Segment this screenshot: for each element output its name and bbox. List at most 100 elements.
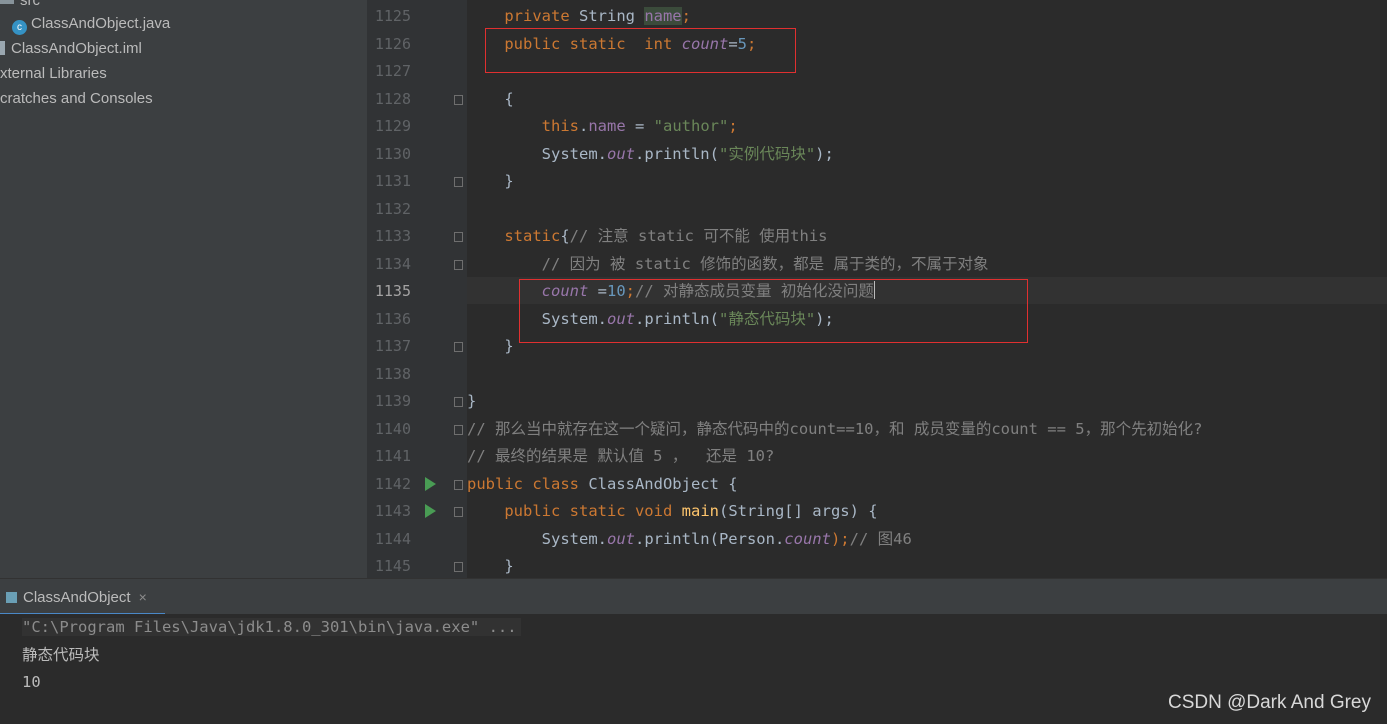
line-number: 1135	[374, 282, 411, 300]
line-number: 1134	[374, 254, 411, 273]
code-line: }	[467, 388, 476, 415]
line-number: 1131	[374, 172, 411, 190]
code-line: // 那么当中就存在这一个疑问，静态代码中的count==10，和 成员变量的c…	[467, 416, 1202, 443]
console-output-line: 静态代码块	[22, 646, 100, 664]
code-token: public static void	[504, 502, 673, 520]
fold-marker-icon[interactable]	[454, 397, 463, 407]
fold-marker-icon[interactable]	[454, 507, 463, 517]
code-token: out	[606, 529, 635, 548]
close-icon[interactable]: ×	[139, 589, 147, 605]
run-config-icon	[6, 592, 17, 603]
tree-item-label: src	[20, 0, 40, 9]
code-token: =	[625, 117, 654, 135]
code-line: public static void main(String[] args) {	[467, 498, 878, 525]
highlight-box-static-block	[519, 279, 1028, 343]
tree-item-label: ClassAndObject.java	[31, 15, 171, 32]
run-tab[interactable]: ClassAndObject ×	[0, 579, 165, 616]
code-token: {	[560, 227, 570, 245]
tree-item-label: cratches and Consoles	[0, 90, 153, 107]
code-token: this	[541, 117, 579, 135]
run-main-icon[interactable]	[425, 504, 436, 518]
line-number: 1132	[374, 199, 411, 218]
project-tool-window: src c ClassAndObject.java ClassAndObject.…	[0, 0, 367, 578]
fold-marker-icon[interactable]	[454, 260, 463, 270]
code-line: // 因为 被 static 修饰的函数，都是 属于类的，不属于对象	[467, 251, 989, 278]
command-text: "C:\Program Files\Java\jdk1.8.0_301\bin\…	[22, 618, 521, 636]
code-token: // 图46	[849, 529, 912, 548]
fold-marker-icon[interactable]	[454, 232, 463, 242]
tree-item-scratches[interactable]: cratches and Consoles	[0, 88, 153, 110]
code-token: ;	[728, 117, 738, 135]
code-line: System.out.println(Person.count);// 图46	[467, 526, 912, 553]
code-token: .println(	[634, 144, 719, 163]
line-number: 1130	[374, 144, 411, 163]
line-number: 1143	[374, 502, 411, 520]
line-number: 1125	[374, 7, 411, 25]
line-number: 1140	[374, 419, 411, 438]
code-token: static	[504, 227, 561, 245]
code-token: // 最终的结果是 默认值 5 ， 还是 10?	[467, 447, 775, 465]
code-line: public class ClassAndObject {	[467, 471, 738, 498]
tree-item-external-libraries[interactable]: xternal Libraries	[0, 63, 107, 85]
watermark: CSDN @Dark And Grey	[1167, 692, 1371, 713]
line-number: 1136	[374, 309, 411, 328]
code-line: {	[467, 86, 514, 113]
code-token: System.	[467, 529, 607, 548]
code-line: // 最终的结果是 默认值 5 ， 还是 10?	[467, 443, 774, 470]
fold-marker-icon[interactable]	[454, 177, 463, 187]
code-token: name	[644, 7, 682, 25]
code-line: System.out.println("实例代码块");	[467, 141, 834, 168]
tree-item-src[interactable]: src	[0, 0, 40, 12]
code-token: name	[588, 117, 626, 135]
code-token: ;	[681, 7, 691, 25]
code-token: "实例代码块"	[718, 144, 816, 163]
code-token: }	[467, 392, 477, 410]
tree-item-label: xternal Libraries	[0, 65, 107, 82]
line-number: 1129	[374, 117, 411, 135]
fold-marker-icon[interactable]	[454, 342, 463, 352]
fold-marker-icon[interactable]	[454, 425, 463, 435]
code-token: );	[815, 144, 834, 163]
line-number: 1127	[374, 62, 411, 80]
code-token: // 因为 被 static 修饰的函数，都是 属于类的，不属于对象	[541, 254, 989, 273]
code-token: (String[] args) {	[718, 502, 878, 520]
code-token: main	[681, 502, 719, 520]
tree-item-iml-file[interactable]: ClassAndObject.iml	[0, 38, 142, 60]
line-number: 1126	[374, 34, 411, 53]
code-token: private	[504, 7, 570, 25]
fold-marker-icon[interactable]	[454, 480, 463, 490]
code-token: System.	[467, 144, 607, 163]
code-token: }	[467, 172, 514, 190]
line-number: 1138	[374, 364, 411, 383]
code-line: static{// 注意 static 可不能 使用this	[467, 223, 827, 250]
code-line: private String name;	[467, 3, 691, 30]
run-tool-window-header: ClassAndObject ×	[0, 578, 1387, 616]
code-token: "author"	[653, 117, 729, 135]
code-line: }	[467, 168, 514, 195]
code-token: {	[467, 89, 514, 108]
tree-item-java-file[interactable]: c ClassAndObject.java	[12, 13, 170, 35]
line-number: 1142	[374, 474, 411, 493]
console-command-line: "C:\Program Files\Java\jdk1.8.0_301\bin\…	[22, 614, 521, 641]
code-token: // 注意 static 可不能 使用this	[569, 227, 828, 245]
code-line: this.name = "author";	[467, 113, 738, 140]
run-class-icon[interactable]	[425, 477, 436, 491]
code-token: }	[467, 557, 514, 575]
code-token: // 那么当中就存在这一个疑问，静态代码中的count==10，和 成员变量的c…	[467, 419, 1203, 438]
code-token: count	[784, 529, 831, 548]
fold-marker-icon[interactable]	[454, 562, 463, 572]
run-tab-label: ClassAndObject	[23, 589, 131, 606]
code-token: }	[467, 337, 514, 355]
fold-marker-icon[interactable]	[454, 95, 463, 105]
tree-item-label: ClassAndObject.iml	[11, 40, 142, 57]
code-token: .	[578, 117, 589, 135]
code-line: }	[467, 333, 514, 360]
iml-file-icon	[0, 41, 5, 55]
code-token: public class	[467, 474, 579, 493]
highlight-box-field	[485, 28, 796, 73]
